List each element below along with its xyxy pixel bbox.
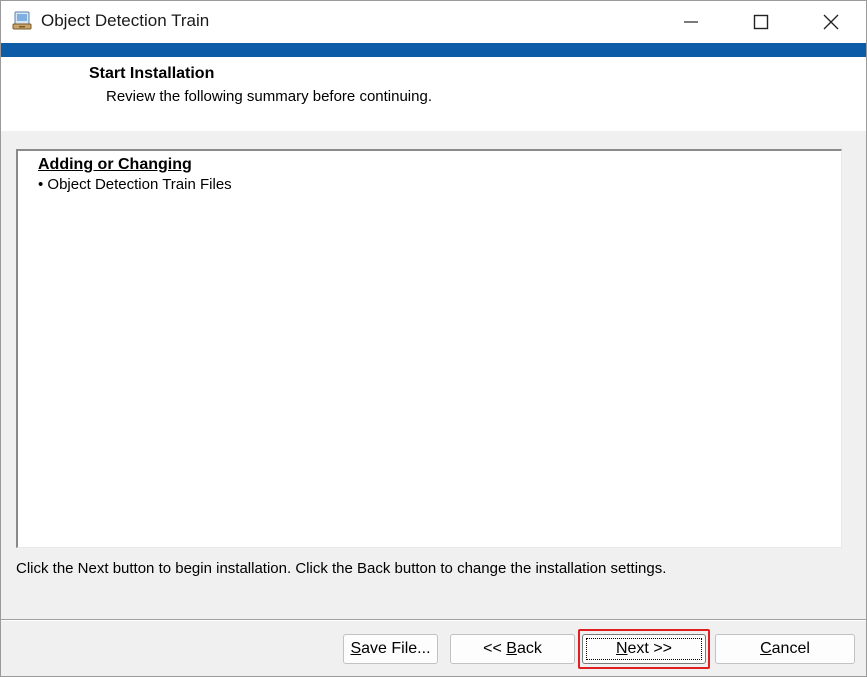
close-button[interactable] — [796, 1, 866, 43]
title-bar: Object Detection Train — [1, 1, 866, 43]
installer-app-icon — [12, 11, 32, 30]
footer-separator-highlight — [1, 620, 866, 621]
summary-heading: Adding or Changing — [38, 156, 192, 173]
window-title: Object Detection Train — [41, 11, 210, 30]
installer-window: Object Detection Train Start Installatio… — [0, 0, 867, 677]
save-file-label: ave File... — [361, 640, 431, 657]
cancel-label: ancel — [771, 640, 810, 657]
wizard-header: Start Installation Review the following … — [1, 57, 866, 131]
page-subtitle: Review the following summary before cont… — [106, 88, 432, 105]
close-icon — [823, 14, 839, 30]
back-label: ack — [516, 640, 542, 657]
summary-item: • Object Detection Train Files — [38, 176, 232, 193]
summary-panel[interactable]: Adding or Changing • Object Detection Tr… — [16, 149, 842, 548]
minimize-button[interactable] — [656, 1, 726, 43]
page-title: Start Installation — [89, 65, 215, 82]
next-button-highlight — [578, 629, 710, 669]
back-mnemonic: B — [506, 640, 517, 657]
save-file-button[interactable]: Save File... — [343, 634, 438, 664]
instruction-text: Click the Next button to begin installat… — [16, 560, 667, 577]
maximize-button[interactable] — [726, 1, 796, 43]
back-prefix: << — [483, 640, 507, 657]
minimize-icon — [684, 21, 698, 23]
maximize-icon — [753, 14, 769, 30]
cancel-mnemonic: C — [760, 640, 772, 657]
cancel-button[interactable]: Cancel — [715, 634, 855, 664]
back-button[interactable]: << Back — [450, 634, 575, 664]
accent-bar — [1, 43, 866, 57]
save-file-mnemonic: S — [350, 640, 362, 657]
